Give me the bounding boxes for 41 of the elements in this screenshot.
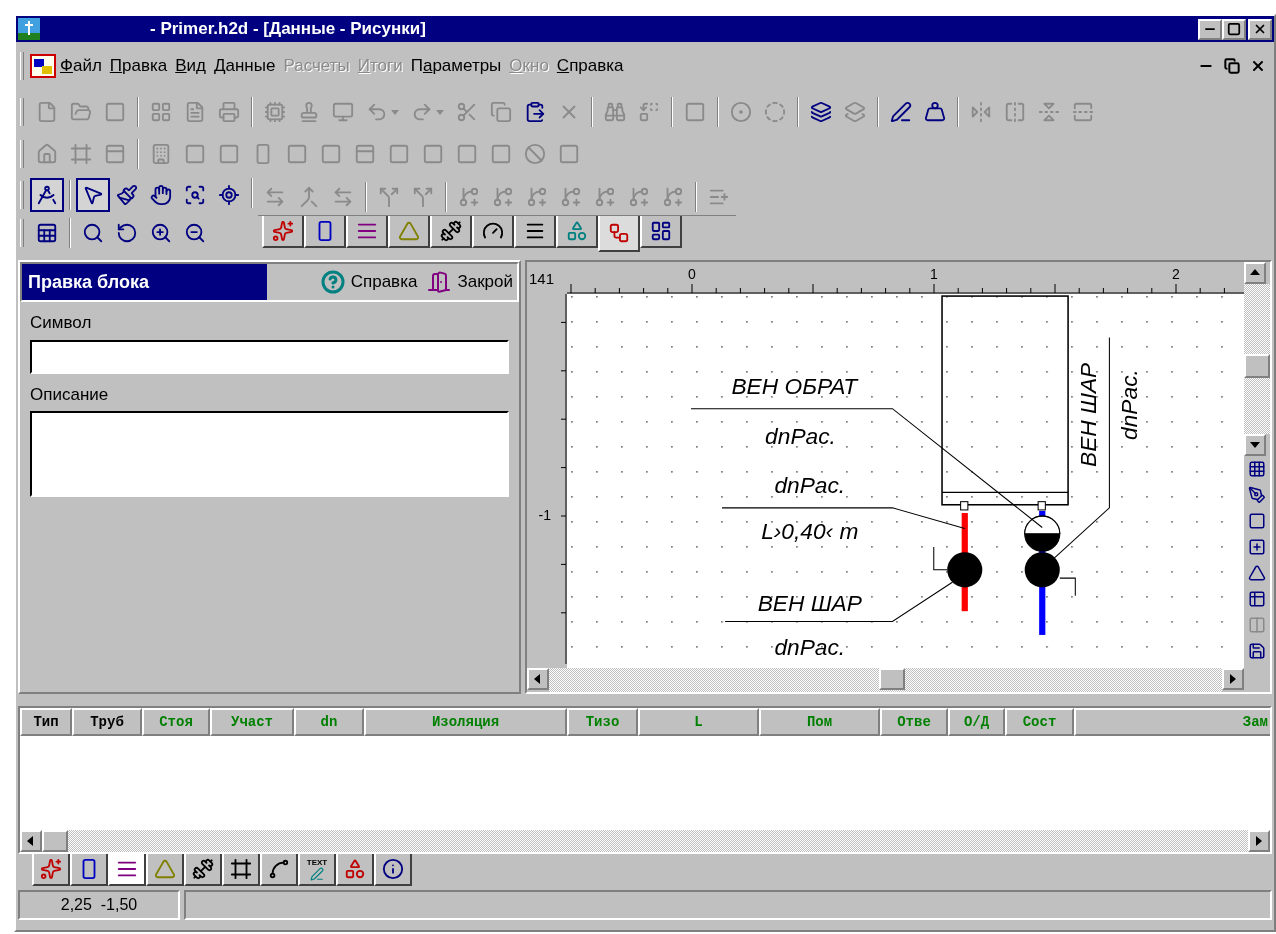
column-header[interactable]: Сост xyxy=(1005,708,1074,736)
column-header[interactable]: Тип xyxy=(20,708,72,736)
panel-title: Правка блока xyxy=(22,264,267,300)
column-header[interactable]: L xyxy=(638,708,759,736)
menu-item[interactable]: Справка xyxy=(552,53,628,79)
ruler-label: 0 xyxy=(688,266,696,282)
column-header[interactable]: О/Д xyxy=(948,708,1005,736)
column-header[interactable]: dn xyxy=(294,708,364,736)
status-coordinates: 2,25 -1,50 xyxy=(18,890,180,920)
column-header[interactable]: Зам xyxy=(1074,708,1270,736)
drawing-label: ВЕН ОБРАТ xyxy=(731,373,858,400)
menu-item[interactable]: Параметры xyxy=(406,53,506,79)
close-panel-button[interactable]: Закрой xyxy=(423,264,517,300)
help-button[interactable]: Справка xyxy=(314,264,424,300)
column-header[interactable]: Изоляция xyxy=(364,708,567,736)
ruler-label: -1 xyxy=(538,507,551,523)
column-header[interactable]: Тизо xyxy=(567,708,638,736)
tab-caption: TEXT xyxy=(306,857,328,867)
menu-item[interactable]: Данные xyxy=(210,53,280,79)
ruler-label: 141 xyxy=(529,269,555,289)
field-label: Символ xyxy=(30,312,93,334)
column-header[interactable]: Пом xyxy=(759,708,880,736)
drawing-label: dnPac. xyxy=(1116,369,1143,440)
window-title: - Primer.h2d - [Данные - Рисунки] xyxy=(150,18,426,41)
field-label: Описание xyxy=(30,383,110,406)
drawing-label: L›0,40‹ m xyxy=(761,517,859,544)
column-header[interactable]: Участ xyxy=(210,708,294,736)
column-header[interactable]: Отве xyxy=(880,708,948,736)
drawing-label: dnPac. xyxy=(774,472,846,499)
menu-item[interactable]: Файл xyxy=(56,53,106,79)
menu-item[interactable]: Вид xyxy=(171,53,210,79)
drawing-label: dnPac. xyxy=(765,422,836,449)
ruler-label: 2 xyxy=(1172,266,1180,282)
ruler-label: 1 xyxy=(930,266,938,282)
column-header[interactable]: Стоя xyxy=(142,708,210,736)
drawing-label: ВЕН ШАР xyxy=(1074,362,1101,467)
menu-item[interactable]: Правка xyxy=(105,53,172,79)
line-tab[interactable]: TEXT xyxy=(298,854,336,886)
drawing-label: dnPac. xyxy=(774,633,846,660)
column-header[interactable]: Труб xyxy=(72,708,142,736)
drawing-label: ВЕН ШАР xyxy=(757,590,862,617)
